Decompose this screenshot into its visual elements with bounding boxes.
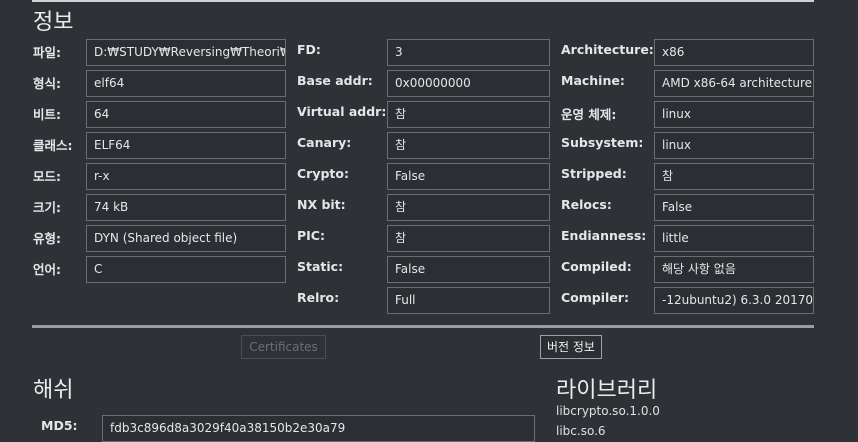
- mode-label: 모드:: [33, 169, 61, 184]
- static-field[interactable]: False: [387, 256, 550, 283]
- file-field[interactable]: D:₩STUDY₩Reversing₩Theori₩: [86, 39, 286, 66]
- type-field[interactable]: DYN (Shared object file): [86, 225, 286, 252]
- libraries-section-title: 라이브러리: [556, 378, 658, 403]
- pic-label: PIC:: [297, 228, 325, 243]
- crypto-field[interactable]: False: [387, 163, 550, 190]
- class-field[interactable]: ELF64: [86, 132, 286, 159]
- library-item[interactable]: libcrypto.so.1.0.0: [556, 404, 660, 418]
- virtual-addr-field[interactable]: 참: [387, 101, 550, 128]
- version-info-button[interactable]: 버전 정보: [540, 335, 602, 359]
- machine-label: Machine:: [561, 73, 625, 88]
- compiled-label: Compiled:: [561, 259, 632, 274]
- crypto-label: Crypto:: [297, 166, 349, 181]
- os-label: 운영 체제:: [561, 107, 617, 122]
- file-label: 파일:: [33, 45, 61, 60]
- architecture-label: Architecture:: [561, 42, 654, 57]
- static-label: Static:: [297, 259, 344, 274]
- format-field[interactable]: elf64: [86, 70, 286, 97]
- fd-field[interactable]: 3: [387, 39, 550, 66]
- base-addr-label: Base addr:: [297, 73, 373, 88]
- compiled-field[interactable]: 해당 사항 없음: [654, 256, 814, 283]
- canary-field[interactable]: 참: [387, 132, 550, 159]
- canary-label: Canary:: [297, 135, 352, 150]
- stripped-label: Stripped:: [561, 166, 627, 181]
- fd-label: FD:: [297, 42, 321, 57]
- stripped-field[interactable]: 참: [654, 163, 814, 190]
- mode-field[interactable]: r-x: [86, 163, 286, 190]
- hash-section-title: 해쉬: [33, 378, 74, 403]
- compiler-field[interactable]: -12ubuntu2) 6.3.0 20170406: [654, 287, 814, 314]
- os-field[interactable]: linux: [654, 101, 814, 128]
- nx-bit-label: NX bit:: [297, 197, 346, 212]
- relro-label: Relro:: [297, 290, 340, 305]
- bits-field[interactable]: 64: [86, 101, 286, 128]
- machine-field[interactable]: AMD x86-64 architecture: [654, 70, 814, 97]
- class-label: 클래스:: [33, 138, 73, 153]
- virtual-addr-label: Virtual addr:: [297, 104, 387, 119]
- top-separator: [32, 0, 814, 2]
- language-field[interactable]: C: [86, 256, 286, 283]
- relro-field[interactable]: Full: [387, 287, 550, 314]
- relocs-label: Relocs:: [561, 197, 612, 212]
- endianness-label: Endianness:: [561, 228, 647, 243]
- size-label: 크기:: [33, 200, 61, 215]
- nx-bit-field[interactable]: 참: [387, 194, 550, 221]
- bits-label: 비트:: [33, 107, 61, 122]
- base-addr-field[interactable]: 0x00000000: [387, 70, 550, 97]
- format-label: 형식:: [33, 76, 61, 91]
- subsystem-field[interactable]: linux: [654, 132, 814, 159]
- size-field[interactable]: 74 kB: [86, 194, 286, 221]
- md5-label: MD5:: [41, 418, 78, 433]
- type-label: 유형:: [33, 231, 61, 246]
- subsystem-label: Subsystem:: [561, 135, 644, 150]
- info-section-title: 정보: [33, 10, 74, 35]
- language-label: 언어:: [33, 262, 61, 277]
- architecture-field[interactable]: x86: [654, 39, 814, 66]
- compiler-label: Compiler:: [561, 290, 629, 305]
- library-item[interactable]: libc.so.6: [556, 424, 606, 438]
- certificates-button[interactable]: Certificates: [241, 335, 326, 359]
- relocs-field[interactable]: False: [654, 194, 814, 221]
- section-divider: [32, 325, 814, 328]
- endianness-field[interactable]: little: [654, 225, 814, 252]
- pic-field[interactable]: 참: [387, 225, 550, 252]
